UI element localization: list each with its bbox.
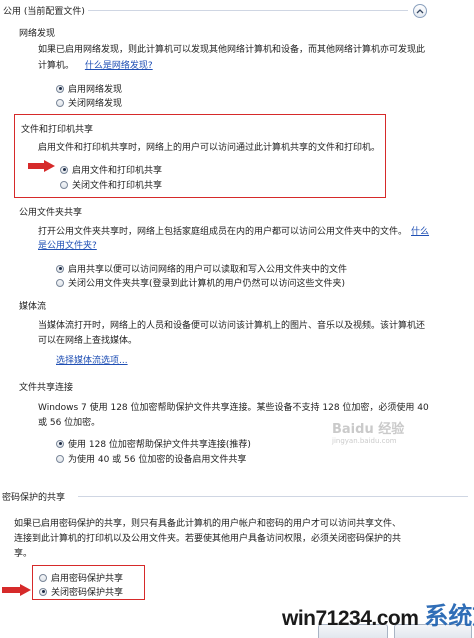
radio-off-icon[interactable] [56,454,64,463]
radio-on-icon[interactable] [60,165,68,174]
radio-public-folder-on[interactable]: 启用共享以便可以访问网络的用户可以读取和写入公用文件夹中的文件 [56,262,347,275]
radio-off-icon[interactable] [56,278,64,287]
radio-encryption-40-56[interactable]: 为使用 40 或 56 位加密的设备启用文件共享 [56,452,246,465]
radio-label: 关闭网络发现 [68,99,123,109]
radio-label: 为使用 40 或 56 位加密的设备启用文件共享 [68,455,247,465]
media-desc-2: 可以在网络上查找媒体。 [38,336,138,346]
public-folder-help-link-part1[interactable]: 什么 [411,227,429,237]
radio-encryption-128[interactable]: 使用 128 位加密帮助保护文件共享连接(推荐) [56,437,251,450]
file-share-conn-desc-2: 或 56 位加密。 [38,418,101,428]
public-folder-desc-2: 是公用文件夹? [38,238,97,254]
radio-label: 启用网络发现 [68,85,123,95]
radio-label: 启用共享以便可以访问网络的用户可以读取和写入公用文件夹中的文件 [68,265,348,275]
radio-off-icon[interactable] [56,98,64,107]
network-discovery-desc-2: 计算机。 什么是网络发现? [38,58,153,74]
radio-label: 启用密码保护共享 [51,574,124,584]
network-discovery-desc-1: 如果已启用网络发现，则此计算机可以发现其他网络计算机和设备，而其他网络计算机亦可… [38,45,426,55]
radio-on-icon[interactable] [56,264,64,273]
radio-network-discovery-off[interactable]: 关闭网络发现 [56,96,122,109]
media-options-link[interactable]: 选择媒体流选项... [56,353,128,369]
site-watermark-cn: 系统族 [424,602,474,630]
radio-label: 关闭公用文件夹共享(登录到此计算机的用户仍然可以访问这些文件夹) [68,279,346,289]
radio-label: 关闭密码保护共享 [51,588,124,598]
network-discovery-desc-2-text: 计算机。 [38,61,75,71]
red-arrow-icon [28,160,55,172]
file-share-conn-header: 文件共享连接 [19,383,74,393]
profile-divider [88,10,408,11]
file-share-conn-desc-1: Windows 7 使用 128 位加密帮助保护文件共享连接。某些设备不支持 1… [38,403,429,413]
file-printer-desc: 启用文件和打印机共享时，网络上的用户可以访问通过此计算机共享的文件和打印机。 [38,143,381,153]
baidu-watermark: Baidu 经验 jingyan.baidu.com [332,418,404,445]
media-header: 媒体流 [19,302,47,312]
file-printer-header: 文件和打印机共享 [21,125,94,135]
radio-file-printer-on[interactable]: 启用文件和打印机共享 [60,163,162,176]
baidu-watermark-text: Baidu 经验 [332,422,405,437]
radio-label: 使用 128 位加密帮助保护文件共享连接(推荐) [68,440,251,450]
radio-label: 关闭文件和打印机共享 [72,181,163,191]
public-folder-help-link-part2[interactable]: 是公用文件夹? [38,241,97,251]
radio-public-folder-off[interactable]: 关闭公用文件夹共享(登录到此计算机的用户仍然可以访问这些文件夹) [56,276,345,289]
radio-on-icon[interactable] [56,439,64,448]
site-watermark-url: win71234.com [282,607,419,630]
password-desc-2: 连接到此计算机的打印机以及公用文件夹。若要使其他用户具备访问权限，必须关闭密码保… [14,534,402,544]
network-discovery-header: 网络发现 [19,29,56,39]
radio-password-on[interactable]: 启用密码保护共享 [39,571,123,584]
radio-network-discovery-on[interactable]: 启用网络发现 [56,82,122,95]
profile-title: 公用 (当前配置文件) [3,7,85,17]
red-arrow-icon [2,584,31,596]
site-watermark: win71234.com 系统族 [282,596,474,631]
password-divider [78,496,468,497]
radio-label: 启用文件和打印机共享 [72,166,163,176]
password-desc-1: 如果已启用密码保护的共享，则只有具备此计算机的用户帐户和密码的用户才可以访问共享… [14,519,402,529]
password-desc-3: 享。 [14,549,33,559]
collapse-button[interactable] [413,4,427,18]
public-folder-desc-text: 打开公用文件夹共享时，网络上包括家庭组成员在内的用户都可以访问公用文件夹中的文件… [38,227,408,237]
radio-on-icon[interactable] [39,587,47,596]
radio-password-off[interactable]: 关闭密码保护共享 [39,585,123,598]
radio-off-icon[interactable] [60,180,68,189]
network-discovery-help-link[interactable]: 什么是网络发现? [85,61,153,71]
radio-on-icon[interactable] [56,84,64,93]
baidu-watermark-url: jingyan.baidu.com [332,437,397,445]
password-header: 密码保护的共享 [2,493,66,503]
radio-off-icon[interactable] [39,573,47,582]
public-folder-header: 公用文件夹共享 [19,208,83,218]
media-desc-1: 当媒体流打开时，网络上的人员和设备便可以访问该计算机上的图片、音乐以及视频。该计… [38,321,426,331]
chevron-up-icon [416,9,424,14]
radio-file-printer-off[interactable]: 关闭文件和打印机共享 [60,178,162,191]
